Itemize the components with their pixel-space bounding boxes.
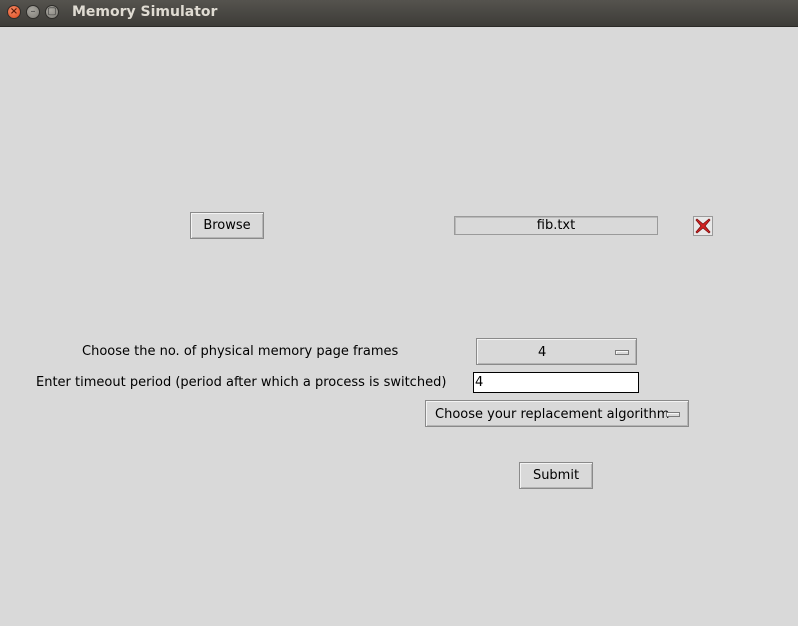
maximize-window-icon[interactable]: ▢ xyxy=(45,5,59,19)
minimize-window-icon[interactable]: – xyxy=(26,5,40,19)
title-bar: × – ▢ Memory Simulator xyxy=(0,0,798,27)
page-frames-dropdown[interactable]: 4 xyxy=(476,338,637,365)
algorithm-value: Choose your replacement algorithm xyxy=(435,407,670,422)
dropdown-indicator-icon xyxy=(615,350,629,355)
window-title: Memory Simulator xyxy=(72,4,218,20)
browse-button[interactable]: Browse xyxy=(190,212,264,239)
page-frames-value: 4 xyxy=(538,345,547,360)
timeout-label: Enter timeout period (period after which… xyxy=(36,375,447,390)
close-window-icon[interactable]: × xyxy=(7,5,21,19)
dropdown-indicator-icon xyxy=(666,412,680,417)
selected-file-display: fib.txt xyxy=(454,216,658,235)
clear-file-icon[interactable] xyxy=(693,216,713,236)
page-frames-label: Choose the no. of physical memory page f… xyxy=(82,344,399,359)
timeout-input[interactable] xyxy=(473,372,639,393)
submit-button[interactable]: Submit xyxy=(519,462,593,489)
algorithm-dropdown[interactable]: Choose your replacement algorithm xyxy=(425,400,689,427)
